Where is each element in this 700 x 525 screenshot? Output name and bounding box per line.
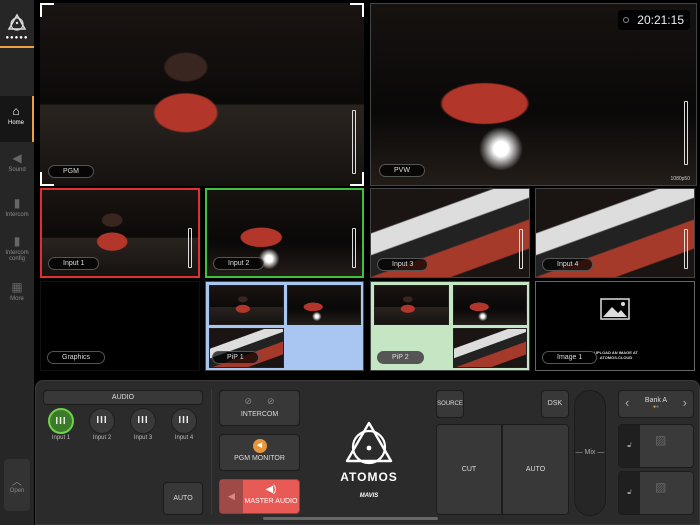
audio-meter: [352, 110, 356, 174]
intercom-button[interactable]: ⊘ ⊘ INTERCOM: [219, 390, 300, 426]
source-button[interactable]: SOURCE: [436, 390, 464, 418]
sidebar-item-intercom-config[interactable]: ▮ Intercom config: [0, 226, 34, 276]
image-1-tile[interactable]: UPLOAD AN IMAGE AT ATOMOS.CLOUD Image 1: [535, 281, 695, 371]
sidebar-item-home[interactable]: ⌂ Home: [0, 96, 34, 142]
pip-2-label: PiP 2: [377, 351, 424, 364]
chevron-up-icon: ︿: [12, 477, 22, 488]
pgm-monitor-button[interactable]: ◀ PGM MONITOR: [219, 434, 300, 471]
walkie-config-icon: ▮: [13, 234, 21, 248]
mix-t-bar[interactable]: — Mix —: [574, 390, 606, 516]
input-2-tile[interactable]: Input 2: [205, 188, 364, 278]
pip-1-label: PiP 1: [212, 351, 259, 364]
speaker-icon: ◀: [12, 151, 22, 165]
audio-input-3-knob[interactable]: III: [130, 408, 156, 434]
master-audio-label: MASTER AUDIO: [244, 498, 298, 505]
intercom-label: INTERCOM: [240, 411, 279, 418]
empty-slot-icon: ▨: [655, 480, 667, 494]
pgm-monitor-label: PGM MONITOR: [234, 455, 285, 462]
sidebar-item-more[interactable]: ▦ More: [0, 272, 34, 318]
graphics-label: Graphics: [47, 351, 106, 364]
channel-label: Input 3: [133, 435, 153, 441]
input-4-tile[interactable]: Input 4: [535, 188, 695, 278]
audio-input-4-knob[interactable]: III: [171, 408, 197, 434]
speaker-icon: ◀: [252, 439, 267, 453]
program-monitor[interactable]: PGM: [40, 3, 364, 186]
preview-monitor[interactable]: 20:21:15 1080p50 PVW: [370, 3, 697, 186]
home-indicator: [263, 517, 438, 520]
channel-label: Input 1: [51, 435, 71, 441]
input-3-tile[interactable]: Input 3: [370, 188, 530, 278]
sidebar: ●●●●● ⌂ Home ◀ Sound ▮ Intercom ▮ Intercom c…: [0, 0, 34, 525]
audio-input-2-knob[interactable]: III: [89, 408, 115, 434]
cut-button[interactable]: CUT: [436, 424, 502, 515]
walkie-talkie-icon: ▮: [13, 196, 21, 210]
record-indicator-icon: [623, 17, 629, 23]
input-label: Input 1: [48, 257, 100, 270]
audio-meter: [684, 101, 688, 165]
image-icon: [600, 298, 630, 320]
unlock-icon[interactable]: 🔓︎: [619, 425, 640, 467]
clock: 20:21:15: [618, 10, 690, 30]
input-label: Input 2: [213, 257, 265, 270]
graphics-tile[interactable]: Graphics: [40, 281, 200, 371]
macro-slot-1[interactable]: 🔓︎ ▨: [618, 424, 694, 468]
video-format: 1080p50: [670, 176, 690, 182]
input-label: Input 3: [377, 258, 429, 271]
pgm-label: PGM: [48, 165, 94, 178]
chevron-left-icon[interactable]: ‹: [625, 395, 629, 410]
pip-2-tile[interactable]: PiP 2: [370, 281, 530, 371]
atomos-logo: ●●●●●: [0, 0, 34, 48]
open-panel-button[interactable]: ︿ Open: [4, 459, 30, 511]
input-label: Input 4: [542, 258, 594, 271]
sidebar-item-sound[interactable]: ◀ Sound: [0, 143, 34, 189]
atomos-brand-logo: ATOMOS MAVIS: [336, 421, 402, 499]
audio-input-1-knob[interactable]: III: [48, 408, 74, 434]
speaker-muted-icon: ⊘: [244, 396, 252, 406]
audio-header: AUDIO: [43, 390, 203, 405]
image-1-label: Image 1: [542, 351, 598, 364]
auto-transition-button[interactable]: AUTO: [502, 424, 569, 515]
dsk-button[interactable]: DSK: [541, 390, 569, 418]
bank-selector: ‹ › Bank A ●●: [618, 390, 694, 418]
collapse-arrow-icon[interactable]: ◀: [220, 480, 243, 513]
pip-1-tile[interactable]: PiP 1: [205, 281, 364, 371]
empty-slot-icon: ▨: [655, 433, 667, 447]
macro-slot-2[interactable]: 🔓︎ ▨: [618, 471, 694, 515]
unlock-icon[interactable]: 🔓︎: [619, 472, 640, 514]
speaker-volume-icon: ◀): [265, 484, 277, 495]
master-audio-button[interactable]: ◀ ◀) MASTER AUDIO: [219, 479, 300, 514]
audio-auto-button[interactable]: AUTO: [163, 482, 203, 515]
channel-label: Input 4: [174, 435, 194, 441]
pvw-label: PVW: [379, 164, 425, 177]
grid-icon: ▦: [11, 280, 23, 294]
upload-hint: UPLOAD AN IMAGE AT ATOMOS.CLOUD: [594, 350, 638, 360]
chevron-right-icon[interactable]: ›: [683, 395, 687, 410]
input-1-tile[interactable]: Input 1: [40, 188, 200, 278]
mic-muted-icon: ⊘: [267, 396, 275, 406]
home-icon: ⌂: [12, 104, 20, 118]
channel-label: Input 2: [92, 435, 112, 441]
control-panel: AUDIO III III III III Input 1 Input 2 In…: [35, 380, 700, 525]
